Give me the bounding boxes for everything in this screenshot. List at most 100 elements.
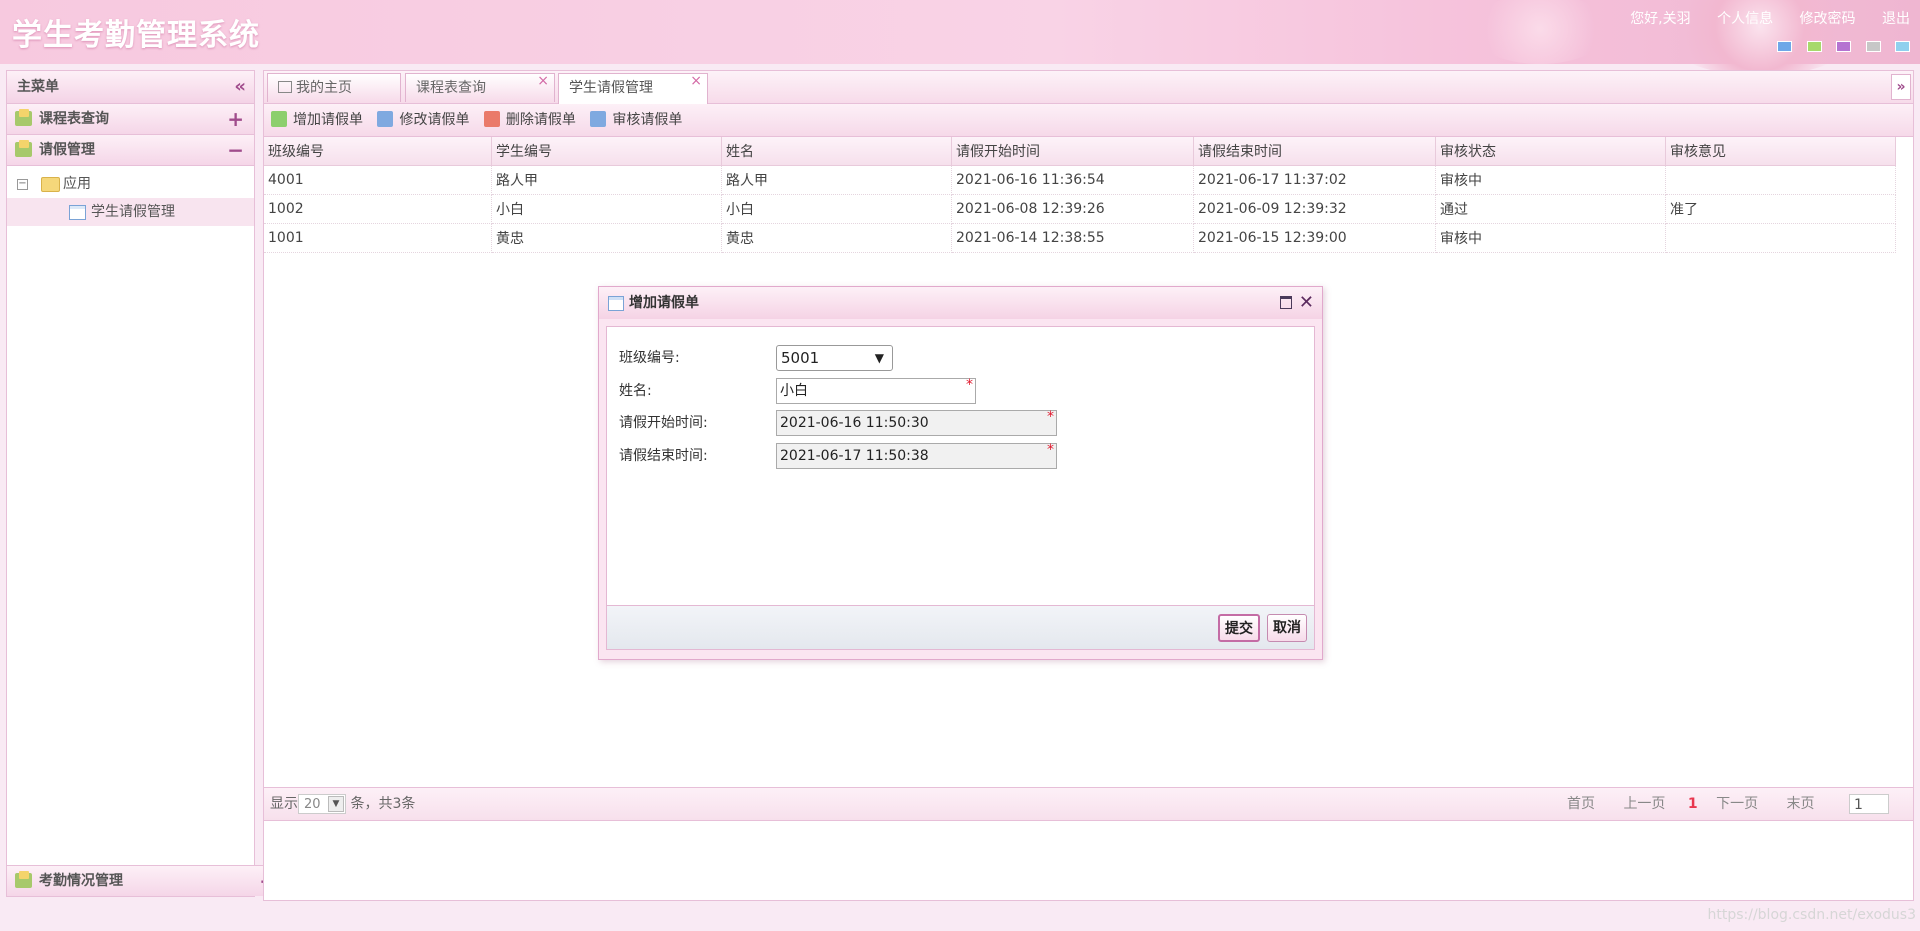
menu-course-query[interactable]: 课程表查询 +: [7, 104, 254, 135]
table-row[interactable]: 1002 小白 小白 2021-06-08 12:39:26 2021-06-0…: [264, 194, 1896, 224]
theme-swatch[interactable]: [1836, 41, 1852, 52]
pager-nav: 首页 上一页 1 下一页 末页 1: [1543, 788, 1889, 820]
collapse-sidebar-icon[interactable]: «: [234, 71, 246, 103]
name-label: 姓名:: [619, 383, 652, 399]
delete-leave-label: 删除请假单: [505, 112, 576, 128]
tree-node-student-leave[interactable]: 学生请假管理: [7, 198, 254, 226]
cell-student-id: 黄忠: [491, 223, 722, 253]
table-header-row: 班级编号 学生编号 姓名 请假开始时间 请假结束时间 审核状态 审核意见: [264, 137, 1896, 166]
column-header[interactable]: 审核状态: [1435, 137, 1666, 166]
cell-end-time: 2021-06-17 11:37:02: [1193, 165, 1436, 195]
cancel-button[interactable]: 取消: [1267, 614, 1307, 642]
maximize-icon[interactable]: [1280, 296, 1292, 309]
name-input[interactable]: 小白 *: [776, 377, 976, 404]
menu-leave-management[interactable]: 请假管理 −: [7, 135, 254, 166]
column-header[interactable]: 请假结束时间: [1193, 137, 1436, 166]
required-marker: *: [1047, 409, 1054, 425]
leave-table: 班级编号 学生编号 姓名 请假开始时间 请假结束时间 审核状态 审核意见 400…: [264, 137, 1896, 253]
tab-home[interactable]: 我的主页: [267, 73, 401, 102]
dropdown-arrow-icon: ▼: [328, 796, 344, 812]
cell-status: 审核中: [1435, 223, 1666, 253]
class-id-select[interactable]: 5001 ▼: [776, 345, 893, 371]
column-header[interactable]: 姓名: [721, 137, 952, 166]
cell-start-time: 2021-06-08 12:39:26: [951, 194, 1194, 224]
required-marker: *: [966, 377, 973, 393]
column-header[interactable]: 请假开始时间: [951, 137, 1194, 166]
delete-leave-button[interactable]: 删除请假单: [483, 104, 576, 136]
tree-node-app[interactable]: − 应用: [7, 170, 254, 198]
toolbar: 增加请假单 修改请假单 删除请假单 审核请假单: [264, 104, 1913, 137]
theme-swatch[interactable]: [1865, 41, 1881, 52]
add-leave-button[interactable]: 增加请假单: [271, 104, 363, 136]
cell-student-id: 路人甲: [491, 165, 722, 195]
header-decoration: [1470, 0, 1610, 64]
table-row[interactable]: 4001 路人甲 路人甲 2021-06-16 11:36:54 2021-06…: [264, 165, 1896, 195]
tab-student-leave[interactable]: 学生请假管理 ×: [558, 73, 708, 104]
end-time-value: 2021-06-17 11:50:38: [780, 448, 929, 464]
review-leave-button[interactable]: 审核请假单: [590, 104, 682, 136]
user-greeting: 您好,关羽: [1630, 11, 1691, 27]
cell-class-id: 1001: [264, 223, 492, 253]
cell-status: 通过: [1435, 194, 1666, 224]
class-id-label: 班级编号:: [619, 350, 680, 366]
pager-summary: 条，共3条: [350, 796, 416, 812]
theme-swatch[interactable]: [1777, 41, 1793, 52]
collapse-icon[interactable]: −: [227, 135, 244, 165]
column-header[interactable]: 班级编号: [264, 137, 492, 166]
page-size-select[interactable]: 20 ▼: [298, 794, 346, 814]
tab-label: 学生请假管理: [569, 80, 653, 96]
add-leave-label: 增加请假单: [293, 112, 363, 128]
cell-status: 审核中: [1435, 165, 1666, 195]
name-value: 小白: [780, 383, 808, 399]
watermark: https://blog.csdn.net/exodus3: [1707, 907, 1916, 923]
edit-leave-button[interactable]: 修改请假单: [377, 104, 469, 136]
cell-name: 小白: [721, 194, 952, 224]
close-icon[interactable]: ✕: [1299, 287, 1314, 319]
page-number-input[interactable]: 1: [1849, 794, 1889, 814]
chevron-down-icon: ▼: [874, 351, 884, 365]
theme-swatch[interactable]: [1806, 41, 1822, 52]
menu-attendance-management[interactable]: 考勤情况管理 +: [7, 865, 286, 896]
user-links: 您好,关羽 个人信息 修改密码 退出: [1608, 8, 1910, 28]
profile-link[interactable]: 个人信息: [1717, 11, 1773, 27]
add-leave-dialog: 增加请假单 ✕ 班级编号: 5001 ▼ 姓名: 小白 * 请假开始时间: 2021…: [598, 286, 1323, 660]
close-tab-icon[interactable]: ×: [537, 67, 549, 96]
change-password-link[interactable]: 修改密码: [1800, 11, 1856, 27]
start-time-input[interactable]: 2021-06-16 11:50:30 *: [776, 409, 1057, 436]
menu-leave-management-label: 请假管理: [39, 142, 95, 158]
cell-start-time: 2021-06-16 11:36:54: [951, 165, 1194, 195]
app-title: 学生考勤管理系统: [12, 18, 260, 53]
column-header[interactable]: 学生编号: [491, 137, 722, 166]
end-time-input[interactable]: 2021-06-17 11:50:38 *: [776, 442, 1057, 469]
cell-opinion: 准了: [1665, 194, 1896, 224]
column-header[interactable]: 审核意见: [1665, 137, 1896, 166]
module-icon: [15, 871, 32, 888]
dialog-title: 增加请假单: [629, 295, 699, 311]
page-size-value: 20: [304, 797, 321, 812]
prev-page-link[interactable]: 上一页: [1623, 796, 1665, 812]
close-tab-icon[interactable]: ×: [690, 67, 702, 96]
cell-name: 黄忠: [721, 223, 952, 253]
tree-node-label: 学生请假管理: [91, 204, 175, 220]
tab-menu-icon[interactable]: »: [1891, 74, 1911, 100]
dialog-footer: 提交 取消: [606, 606, 1315, 650]
table-row[interactable]: 1001 黄忠 黄忠 2021-06-14 12:38:55 2021-06-1…: [264, 223, 1896, 253]
submit-button[interactable]: 提交: [1218, 614, 1260, 642]
last-page-link[interactable]: 末页: [1787, 796, 1815, 812]
sidebar-title: 主菜单: [17, 79, 59, 95]
menu-attendance-label: 考勤情况管理: [39, 873, 123, 889]
cell-end-time: 2021-06-15 12:39:00: [1193, 223, 1436, 253]
tab-course-query[interactable]: 课程表查询 ×: [405, 73, 555, 102]
expand-icon[interactable]: +: [227, 104, 244, 134]
tree-node-label: 应用: [63, 176, 91, 192]
dialog-titlebar[interactable]: 增加请假单 ✕: [599, 287, 1322, 319]
theme-swatch[interactable]: [1895, 41, 1910, 52]
cell-opinion: [1665, 165, 1896, 195]
module-icon: [15, 109, 32, 126]
logout-link[interactable]: 退出: [1882, 11, 1910, 27]
cell-student-id: 小白: [491, 194, 722, 224]
next-page-link[interactable]: 下一页: [1716, 796, 1758, 812]
start-time-value: 2021-06-16 11:50:30: [780, 415, 929, 431]
tree-collapse-toggle-icon[interactable]: −: [17, 179, 28, 190]
first-page-link[interactable]: 首页: [1567, 796, 1595, 812]
